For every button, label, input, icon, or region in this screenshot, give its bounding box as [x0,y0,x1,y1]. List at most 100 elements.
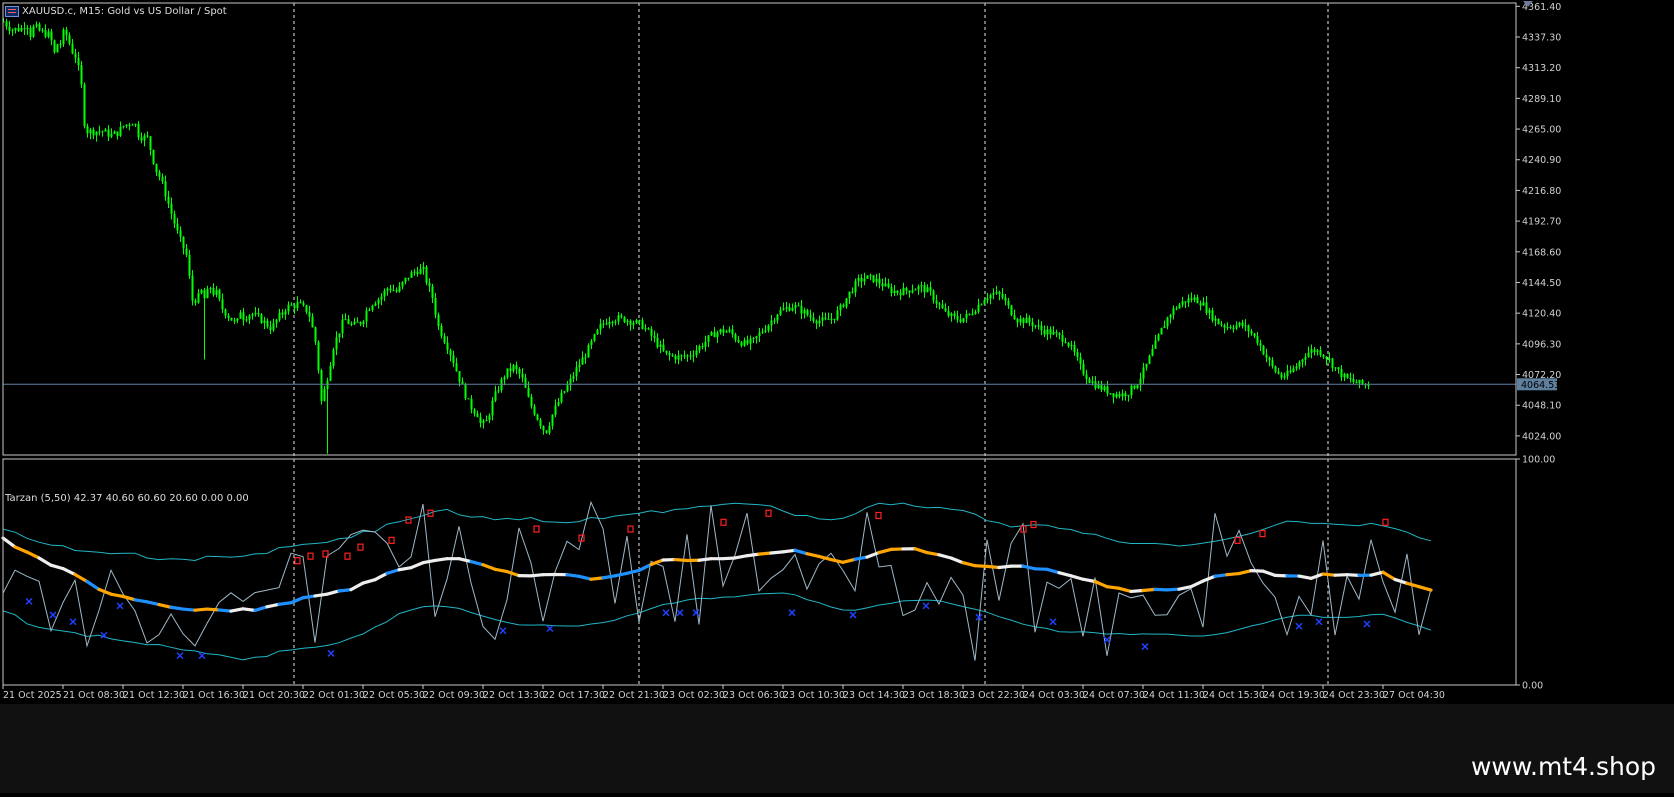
time-axis-label: 23 Oct 14:30 [843,690,905,701]
candle-body [339,333,341,337]
candle-body [441,326,443,336]
candle-body [711,332,713,335]
candle-body [744,340,746,345]
candle-body [1128,395,1130,396]
candle-body [1014,315,1016,319]
candle-body [138,124,140,137]
ma-segment [699,559,711,561]
candle-body [765,330,767,331]
candle-body [426,267,428,283]
candle-body [9,27,11,31]
candle-body [555,406,557,415]
candle-body [987,298,989,300]
trading-chart[interactable]: 4361.404337.304313.204289.104265.004240.… [0,0,1674,793]
candle-body [309,312,311,317]
ma-segment [927,553,939,555]
candle-body [303,303,305,305]
candle-body [345,319,347,320]
candle-body [972,314,974,315]
scroll-marker-icon[interactable] [1523,1,1533,7]
time-axis-label: 23 Oct 02:30 [663,690,725,701]
candle-body [1242,323,1244,326]
candle-body [729,329,731,331]
candle-body [816,321,818,323]
ma-segment [1215,575,1227,577]
candle-body [1332,359,1334,368]
candle-body [393,290,395,291]
candle-body [153,150,155,164]
time-axis-label: 24 Oct 11:30 [1143,690,1205,701]
candle-body [201,290,203,293]
time-axis-label: 22 Oct 01:30 [303,690,365,701]
candle-body [1173,308,1175,314]
candle-body [984,300,986,304]
candle-body [1335,367,1337,368]
candle-body [1080,357,1082,363]
candle-body [1035,326,1037,327]
candle-body [1275,366,1277,371]
candle-body [1068,343,1070,346]
chart-canvas[interactable]: 4361.404337.304313.204289.104265.004240.… [0,0,1674,793]
candle-body [1131,386,1133,395]
candle-body [1101,385,1103,390]
ma-segment [207,609,219,610]
candle-body [1059,333,1061,335]
ma-segment [747,554,759,556]
candle-body [390,289,392,290]
candle-body [1029,318,1031,323]
candle-body [114,131,116,133]
candle-body [534,406,536,414]
price-chart-header: XAUUSD.c, M15: Gold vs US Dollar / Spot [22,6,227,17]
candle-body [1098,385,1100,389]
candle-body [567,385,569,391]
candle-body [396,290,398,291]
candle-body [375,303,377,305]
time-axis-label: 23 Oct 06:30 [723,690,785,701]
candle-body [111,134,113,137]
candle-body [945,308,947,311]
candle-body [777,315,779,321]
candle-body [66,30,68,36]
candle-body [720,329,722,332]
candle-body [57,44,59,52]
candle-body [630,321,632,325]
candle-body [852,292,854,293]
candle-body [219,290,221,299]
candle-body [636,320,638,323]
candle-body [717,333,719,338]
indicator-axis-label: 100.00 [1522,455,1555,466]
candle-body [252,314,254,315]
candle-body [1032,322,1034,325]
ma-segment [219,610,231,611]
candle-body [135,124,137,125]
candle-body [243,312,245,320]
candle-body [1278,372,1280,374]
ma-segment [435,559,447,561]
candle-body [741,342,743,345]
candle-body [879,279,881,284]
candle-body [48,31,50,36]
candle-body [432,286,434,298]
candle-body [519,369,521,374]
time-axis-label: 21 Oct 12:30 [123,690,185,701]
candle-body [639,320,641,321]
ma-segment [783,550,795,552]
candle-body [474,410,476,414]
candle-body [249,316,251,320]
candle-body [540,420,542,426]
candle-body [120,127,122,136]
candle-body [189,255,191,276]
time-axis-label: 24 Oct 23:30 [1323,690,1385,701]
candle-body [1146,364,1148,368]
candle-body [348,319,350,324]
candle-body [957,316,959,320]
candle-body [960,320,962,322]
ma-segment [1299,576,1311,578]
candle-body [810,315,812,317]
ma-segment [723,558,735,559]
candle-body [234,321,236,322]
candle-body [27,28,29,29]
candle-body [363,321,365,324]
symbol-icon[interactable] [5,6,19,17]
candle-body [849,292,851,299]
